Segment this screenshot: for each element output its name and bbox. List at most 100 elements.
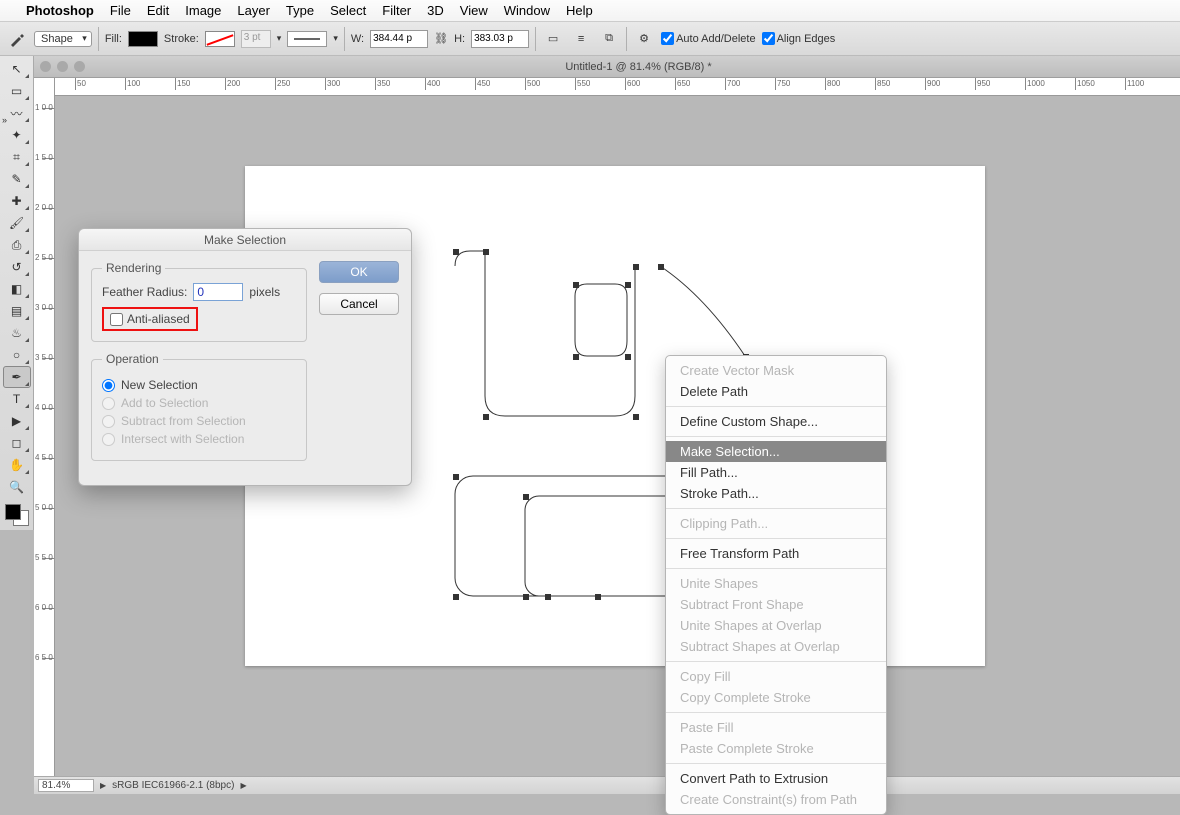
ctx-item[interactable]: Fill Path... [666,462,886,483]
app-name[interactable]: Photoshop [26,3,94,18]
path-ops-icon[interactable]: ▭ [542,28,564,50]
foreground-color-swatch[interactable] [5,504,21,520]
ctx-item: Copy Fill [666,666,886,687]
stroke-width[interactable]: 3 pt [241,30,271,48]
dialog-title: Make Selection [79,229,411,251]
ctx-item[interactable]: Delete Path [666,381,886,402]
menu-window[interactable]: Window [504,3,550,18]
feather-unit: pixels [249,285,280,299]
vertical-ruler[interactable]: 1 0 01 5 02 0 02 5 03 0 03 5 04 0 04 5 0… [34,78,55,776]
feather-label: Feather Radius: [102,285,187,299]
mac-menubar: Photoshop File Edit Image Layer Type Sel… [0,0,1180,22]
tool-pen[interactable]: ✒ [3,366,31,388]
op-new-selection[interactable]: New Selection [102,378,296,392]
zoom-window-icon[interactable] [74,61,85,72]
tool-eyedropper[interactable]: ✎ [3,168,31,190]
tool-gradient[interactable]: ▤ [3,300,31,322]
menu-filter[interactable]: Filter [382,3,411,18]
stroke-style[interactable] [287,31,327,47]
menu-file[interactable]: File [110,3,131,18]
op-intersect: Intersect with Selection [102,432,296,446]
stroke-swatch[interactable] [205,31,235,47]
status-dropdown-icon[interactable]: ▶ [240,781,246,790]
auto-add-delete-checkbox[interactable]: Auto Add/Delete [661,32,756,45]
ctx-item: Create Vector Mask [666,360,886,381]
window-controls[interactable] [40,61,85,72]
ctx-item: Unite Shapes [666,573,886,594]
cancel-button[interactable]: Cancel [319,293,399,315]
feather-radius-input[interactable] [193,283,243,301]
ctx-item: Clipping Path... [666,513,886,534]
ctx-item[interactable]: Stroke Path... [666,483,886,504]
color-profile: sRGB IEC61966-2.1 (8bpc) [112,780,234,791]
document-title: Untitled-1 @ 81.4% (RGB/8) * [97,61,1180,73]
tools-panel: » ↖ ▭ 〰 ✦ ⌗ ✎ ✚ 🖌 ⎙ ↺ ◧ ▤ ♨ ○ ✒ T ▶ ◻ ✋ … [0,56,34,530]
menu-3d[interactable]: 3D [427,3,444,18]
tool-marquee[interactable]: ▭ [3,80,31,102]
close-window-icon[interactable] [40,61,51,72]
status-menu-icon[interactable]: ▶ [100,781,106,790]
minimize-window-icon[interactable] [57,61,68,72]
anti-aliased-checkbox[interactable]: Anti-aliased [102,307,198,331]
tool-eraser[interactable]: ◧ [3,278,31,300]
tool-wand[interactable]: ✦ [3,124,31,146]
align-icon[interactable]: ≡ [570,28,592,50]
menu-image[interactable]: Image [185,3,221,18]
tool-history-brush[interactable]: ↺ [3,256,31,278]
tool-stamp[interactable]: ⎙ [3,234,31,256]
tool-type[interactable]: T [3,388,31,410]
tool-mode-select[interactable]: Shape [34,31,92,47]
tool-shape[interactable]: ◻ [3,432,31,454]
menu-select[interactable]: Select [330,3,366,18]
pen-tool-icon[interactable] [6,28,28,50]
op-subtract: Subtract from Selection [102,414,296,428]
tool-path-select[interactable]: ▶ [3,410,31,432]
tool-crop[interactable]: ⌗ [3,146,31,168]
menu-type[interactable]: Type [286,3,314,18]
ctx-item[interactable]: Free Transform Path [666,543,886,564]
tool-dodge[interactable]: ○ [3,344,31,366]
tool-zoom[interactable]: 🔍 [3,476,31,498]
gear-icon[interactable]: ⚙ [633,28,655,50]
tool-lasso[interactable]: 〰 [3,102,31,124]
ctx-item[interactable]: Define Custom Shape... [666,411,886,432]
stroke-label: Stroke: [164,33,199,45]
tool-hand[interactable]: ✋ [3,454,31,476]
ctx-item: Paste Complete Stroke [666,738,886,759]
document-tabbar: Untitled-1 @ 81.4% (RGB/8) * [34,56,1180,78]
zoom-field[interactable]: 81.4% [38,779,94,792]
menu-layer[interactable]: Layer [237,3,270,18]
menu-view[interactable]: View [460,3,488,18]
arrange-icon[interactable]: ⧉ [598,28,620,50]
ctx-item: Subtract Front Shape [666,594,886,615]
menu-edit[interactable]: Edit [147,3,169,18]
menu-help[interactable]: Help [566,3,593,18]
height-input[interactable] [471,30,529,48]
op-add: Add to Selection [102,396,296,410]
make-selection-dialog: Make Selection Rendering Feather Radius:… [78,228,412,486]
rendering-legend: Rendering [102,261,165,275]
align-edges-checkbox[interactable]: Align Edges [762,32,836,45]
operation-group: Operation New Selection Add to Selection… [91,352,307,461]
ctx-item[interactable]: Make Selection... [666,441,886,462]
tool-move[interactable]: ↖ [3,58,31,80]
path-context-menu: Create Vector MaskDelete Path Define Cust… [665,355,887,815]
ctx-item: Create Constraint(s) from Path [666,789,886,810]
fill-label: Fill: [105,33,122,45]
h-label: H: [454,33,465,45]
ctx-item[interactable]: Convert Path to Extrusion [666,768,886,789]
tool-blur[interactable]: ♨ [3,322,31,344]
w-label: W: [351,33,364,45]
color-swatches[interactable] [3,502,31,528]
ctx-item: Unite Shapes at Overlap [666,615,886,636]
link-wh-icon[interactable]: ⛓ [434,32,448,45]
tool-brush[interactable]: 🖌 [3,212,31,234]
options-bar: Shape Fill: Stroke: 3 pt ▾ ▾ W: ⛓ H: ▭ ≡… [0,22,1180,56]
horizontal-ruler[interactable]: 5010015020025030035040045050055060065070… [55,78,1180,96]
tool-heal[interactable]: ✚ [3,190,31,212]
ctx-item: Copy Complete Stroke [666,687,886,708]
width-input[interactable] [370,30,428,48]
fill-swatch[interactable] [128,31,158,47]
ok-button[interactable]: OK [319,261,399,283]
rendering-group: Rendering Feather Radius: pixels Anti-al… [91,261,307,342]
